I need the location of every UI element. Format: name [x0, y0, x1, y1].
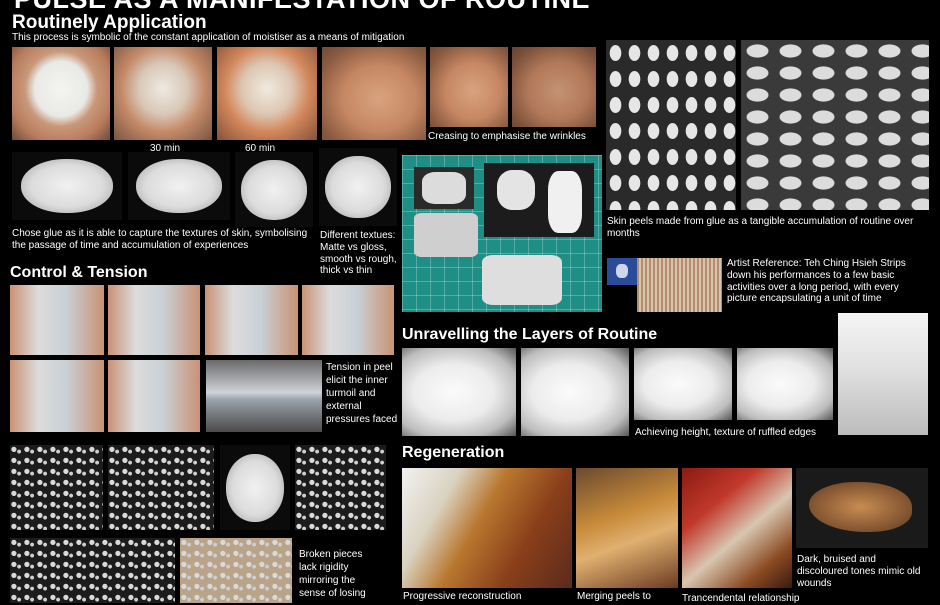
section-title-control: Control & Tension [10, 264, 148, 281]
tension-photo-1 [10, 285, 104, 355]
skin-peels-grid-photo [606, 40, 736, 210]
hand-photo-peeling [322, 47, 426, 140]
layers-photo-2 [521, 348, 629, 436]
hand-photo-initial [12, 47, 110, 140]
broken-caption: Broken pieces lack rigidity mirroring th… [299, 549, 366, 599]
section-title-layers: Unravelling the Layers of Routine [402, 326, 658, 343]
broken-photo-4 [295, 445, 386, 530]
regen-photo-2 [576, 468, 678, 588]
regen-photo-1 [402, 468, 572, 588]
glue-peel-photo-2 [128, 152, 230, 220]
cutting-mat-photo [402, 155, 602, 312]
wrinkle-photo-2 [512, 47, 596, 127]
layers-photo-4 [737, 348, 833, 420]
tension-photo-6 [108, 360, 200, 432]
glue-peel-photo-1 [12, 152, 122, 220]
regen-caption-2: Merging peels to [577, 591, 651, 602]
tension-photo-5 [10, 360, 104, 432]
artist-caption: Artist Reference: Teh Ching Hsieh Strips… [727, 258, 906, 305]
wrinkle-photo-1 [430, 47, 508, 127]
glue-caption: Chose glue as it is able to capture the … [12, 228, 308, 251]
crease-caption: Creasing to emphasise the wrinkles [428, 131, 586, 142]
layers-caption: Achieving height, texture of ruffled edg… [635, 427, 817, 438]
hand-photo-60min [217, 47, 317, 140]
tension-photo-4 [302, 285, 394, 355]
skin-peels-floor-photo [741, 40, 929, 210]
regen-caption-3: Trancendental relationship [682, 593, 800, 604]
tension-caption: Tension in peel elicit the inner turmoil… [326, 362, 398, 425]
broken-photo-6 [180, 538, 292, 603]
layers-photo-3 [634, 348, 732, 420]
broken-photo-3 [220, 445, 290, 530]
regen-photo-4 [796, 468, 928, 548]
broken-photo-1 [10, 445, 103, 530]
regen-photo-3 [682, 468, 792, 588]
regen-caption-4: Dark, bruised and discoloured tones mimi… [797, 554, 921, 589]
artist-photo-1 [607, 258, 637, 285]
regen-caption-1: Progressive reconstruction [403, 591, 522, 602]
glue-peel-photo-3 [235, 152, 313, 227]
layers-photo-1 [402, 348, 516, 436]
skin-peels-caption: Skin peels made from glue as a tangible … [607, 216, 914, 239]
tension-photo-2 [108, 285, 200, 355]
routine-subtitle: This process is symbolic of the constant… [12, 32, 405, 43]
broken-photo-2 [108, 445, 214, 530]
tension-photo-3 [205, 285, 298, 355]
textures-caption: Different textues: Matte vs gloss, smoot… [320, 230, 397, 277]
broken-photo-5 [10, 538, 175, 603]
hand-photo-spread [114, 47, 212, 140]
artist-photo-2 [637, 258, 722, 312]
glue-peel-photo-4 [319, 148, 397, 226]
layers-photo-coil [838, 313, 928, 435]
section-title-regen: Regeneration [402, 444, 505, 461]
tension-photo-7 [206, 360, 322, 432]
